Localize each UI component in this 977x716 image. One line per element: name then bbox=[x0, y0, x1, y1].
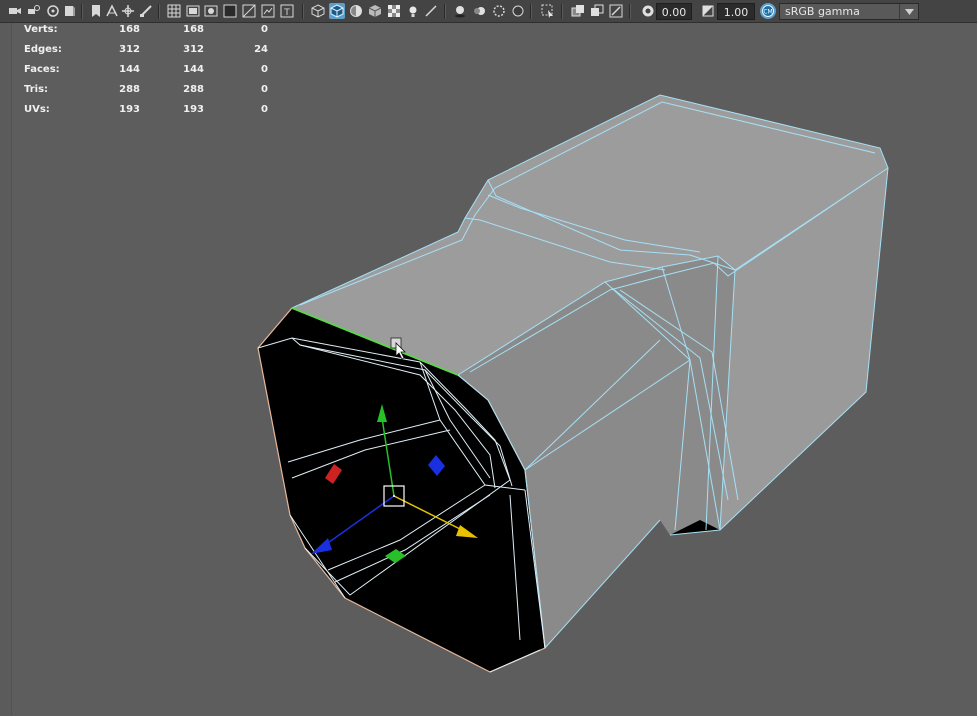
hud-value-object: 144 bbox=[119, 64, 140, 75]
hud-row: Faces: 144 144 0 bbox=[24, 64, 284, 84]
chevron-down-icon bbox=[899, 4, 918, 19]
lights-icon[interactable] bbox=[405, 3, 421, 19]
xray-icon[interactable] bbox=[570, 3, 586, 19]
shade-all-icon[interactable] bbox=[348, 3, 364, 19]
shadows-icon[interactable] bbox=[423, 3, 439, 19]
textured-icon[interactable] bbox=[367, 3, 383, 19]
color-space-value: sRGB gamma bbox=[785, 5, 860, 18]
poly-count-hud: Verts: 168 168 0 Edges: 312 312 24 Faces: 144 144 0… bbox=[24, 24, 284, 124]
backface-icon[interactable] bbox=[608, 3, 624, 19]
toolbar-separator bbox=[561, 4, 563, 19]
hud-value-selected: 144 bbox=[183, 64, 204, 75]
resolution-gate-icon[interactable] bbox=[203, 3, 219, 19]
hud-label: Faces: bbox=[24, 64, 60, 75]
hud-label: Verts: bbox=[24, 24, 58, 35]
safe-action-icon[interactable] bbox=[260, 3, 276, 19]
hud-value-component: 0 bbox=[261, 104, 268, 115]
hud-row: Edges: 312 312 24 bbox=[24, 44, 284, 64]
toolbar-separator bbox=[444, 4, 446, 19]
hud-value-selected: 312 bbox=[183, 44, 204, 55]
checker-icon[interactable] bbox=[386, 3, 402, 19]
toolbar-separator bbox=[629, 4, 631, 19]
wireframe-icon[interactable] bbox=[310, 3, 326, 19]
camera-icon[interactable] bbox=[7, 3, 23, 19]
toolbar-separator bbox=[81, 4, 83, 19]
gate-mask-icon[interactable] bbox=[222, 3, 238, 19]
hud-value-object: 312 bbox=[119, 44, 140, 55]
xray-joints-icon[interactable] bbox=[589, 3, 605, 19]
brush-icon[interactable] bbox=[138, 3, 154, 19]
snap-icon[interactable] bbox=[120, 3, 136, 19]
ambient-occlusion-icon[interactable] bbox=[452, 3, 468, 19]
viewport-toolbar: T 0.00 1.00 CM sRGB gamma bbox=[0, 0, 977, 23]
hud-value-selected: 168 bbox=[183, 24, 204, 35]
image-plane-icon[interactable] bbox=[62, 3, 78, 19]
hud-label: Tris: bbox=[24, 84, 49, 95]
depth-of-field-icon[interactable] bbox=[510, 3, 526, 19]
field-chart-icon[interactable] bbox=[241, 3, 257, 19]
anti-alias-icon[interactable] bbox=[491, 3, 507, 19]
isolate-icon[interactable] bbox=[540, 3, 556, 19]
hud-value-component: 0 bbox=[261, 24, 268, 35]
bookmark-icon[interactable] bbox=[45, 3, 61, 19]
hud-label: Edges: bbox=[24, 44, 62, 55]
hud-value-component: 24 bbox=[254, 44, 268, 55]
color-management-icon[interactable]: CM bbox=[760, 3, 776, 19]
hud-value-object: 193 bbox=[119, 104, 140, 115]
hud-value-selected: 193 bbox=[183, 104, 204, 115]
svg-text:CM: CM bbox=[763, 9, 772, 16]
hud-value-component: 0 bbox=[261, 84, 268, 95]
safe-title-icon[interactable]: T bbox=[279, 3, 295, 19]
motion-blur-icon[interactable] bbox=[472, 3, 488, 19]
gamma-field[interactable]: 1.00 bbox=[717, 3, 755, 20]
hud-row: UVs: 193 193 0 bbox=[24, 104, 284, 124]
film-gate-icon[interactable] bbox=[185, 3, 201, 19]
toolbar-separator bbox=[158, 4, 160, 19]
toolbar-separator bbox=[530, 4, 532, 19]
camera-attr-icon[interactable] bbox=[26, 3, 42, 19]
hud-row: Verts: 168 168 0 bbox=[24, 24, 284, 44]
exposure-icon[interactable] bbox=[640, 3, 656, 19]
gamma-icon[interactable] bbox=[700, 3, 716, 19]
hud-value-component: 0 bbox=[261, 64, 268, 75]
uv-editor-icon[interactable] bbox=[104, 3, 120, 19]
hud-label: UVs: bbox=[24, 104, 50, 115]
hud-row: Tris: 288 288 0 bbox=[24, 84, 284, 104]
smooth-shade-icon[interactable] bbox=[329, 3, 345, 19]
hud-value-object: 168 bbox=[119, 24, 140, 35]
pivot-dot bbox=[393, 495, 395, 497]
exposure-field[interactable]: 0.00 bbox=[656, 3, 692, 20]
grease-pencil-icon[interactable] bbox=[88, 3, 104, 19]
hud-value-object: 288 bbox=[119, 84, 140, 95]
toolbar-separator bbox=[302, 4, 304, 19]
svg-text:T: T bbox=[283, 8, 290, 18]
grid-icon[interactable] bbox=[166, 3, 182, 19]
color-space-dropdown[interactable]: sRGB gamma bbox=[779, 3, 919, 20]
hud-value-selected: 288 bbox=[183, 84, 204, 95]
viewport-3d[interactable] bbox=[0, 23, 977, 716]
